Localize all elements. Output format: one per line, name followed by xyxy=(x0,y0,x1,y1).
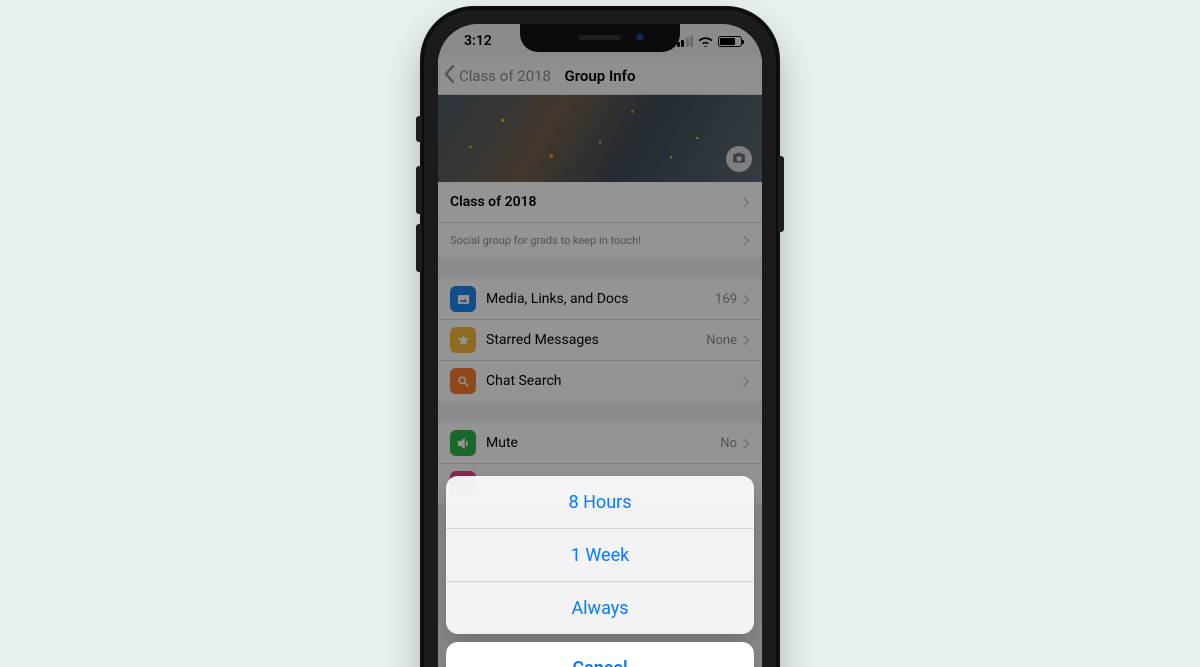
volume-down-button xyxy=(416,224,422,272)
mute-option-8-hours[interactable]: 8 Hours xyxy=(446,476,754,529)
cancel-button[interactable]: Cancel xyxy=(446,642,754,667)
mute-option-always[interactable]: Always xyxy=(446,582,754,634)
option-label: 8 Hours xyxy=(569,492,632,513)
volume-up-button xyxy=(416,166,422,214)
option-label: 1 Week xyxy=(571,545,630,566)
mute-action-sheet: 8 Hours 1 Week Always Cancel xyxy=(446,476,754,667)
power-button xyxy=(778,156,784,232)
device-frame: 3:12 Class of 2018 Group Info xyxy=(420,6,780,667)
mute-option-1-week[interactable]: 1 Week xyxy=(446,529,754,582)
cancel-label: Cancel xyxy=(572,658,627,667)
mute-switch xyxy=(416,116,422,142)
option-label: Always xyxy=(571,598,628,619)
notch xyxy=(520,24,680,52)
screen: 3:12 Class of 2018 Group Info xyxy=(438,24,762,667)
